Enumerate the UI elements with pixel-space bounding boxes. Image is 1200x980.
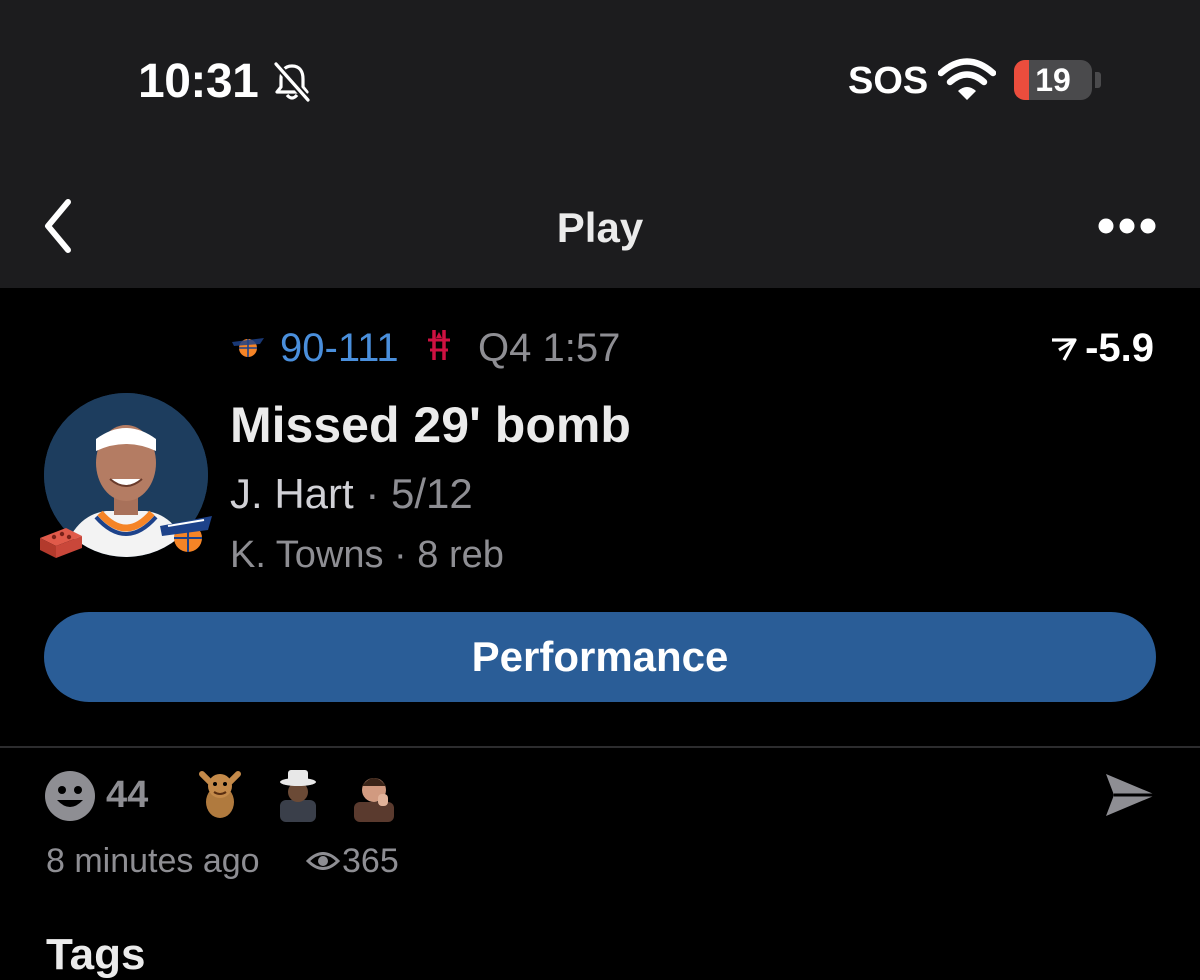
knicks-logo-icon bbox=[232, 338, 264, 357]
win-probability-icon bbox=[1052, 338, 1077, 362]
view-count: 365 bbox=[342, 842, 399, 880]
reaction-count: 44 bbox=[106, 774, 149, 816]
tags-heading: Tags bbox=[46, 930, 146, 979]
bell-slash-icon bbox=[273, 61, 311, 103]
brick-icon bbox=[40, 528, 82, 558]
win-probability-value: -5.9 bbox=[1085, 326, 1154, 370]
rebounder-name[interactable]: K. Towns bbox=[230, 534, 383, 576]
page-title: Play bbox=[556, 204, 644, 251]
rockets-logo-icon bbox=[428, 330, 450, 360]
carrier-label: SOS bbox=[848, 60, 929, 102]
battery-icon: 19 bbox=[1014, 60, 1092, 100]
post-time: 8 minutes ago bbox=[46, 842, 260, 880]
status-time: 10:31 bbox=[138, 55, 259, 108]
rebounder-stat: 8 reb bbox=[417, 534, 504, 576]
game-clock: Q4 1:57 bbox=[478, 326, 621, 370]
shooter-stat: 5/12 bbox=[391, 470, 473, 517]
rebounder-line: K. Towns · 8 reb bbox=[230, 534, 504, 577]
battery-level: 19 bbox=[1035, 62, 1071, 98]
smiley-icon[interactable] bbox=[44, 770, 96, 822]
reaction-person-icon[interactable] bbox=[348, 766, 400, 822]
battery-tip bbox=[1095, 72, 1101, 88]
knicks-badge-icon bbox=[160, 516, 212, 552]
win-probability: -5.9 bbox=[1049, 326, 1154, 371]
eye-icon bbox=[306, 852, 340, 870]
reaction-cartoon-icon[interactable] bbox=[194, 766, 246, 822]
separator: · bbox=[394, 534, 407, 576]
shooter-name[interactable]: J. Hart bbox=[230, 470, 354, 517]
game-score: 90-111 bbox=[280, 326, 399, 370]
divider bbox=[0, 746, 1200, 748]
ellipsis-icon[interactable] bbox=[1096, 214, 1158, 238]
send-icon[interactable] bbox=[1100, 768, 1160, 822]
play-title: Missed 29' bomb bbox=[230, 397, 631, 453]
wifi-icon bbox=[938, 58, 996, 100]
reaction-hat-icon[interactable] bbox=[272, 766, 324, 822]
separator: · bbox=[365, 470, 380, 517]
shooter-line: J. Hart · 5/12 bbox=[230, 470, 473, 518]
performance-button[interactable]: Performance bbox=[44, 612, 1156, 702]
